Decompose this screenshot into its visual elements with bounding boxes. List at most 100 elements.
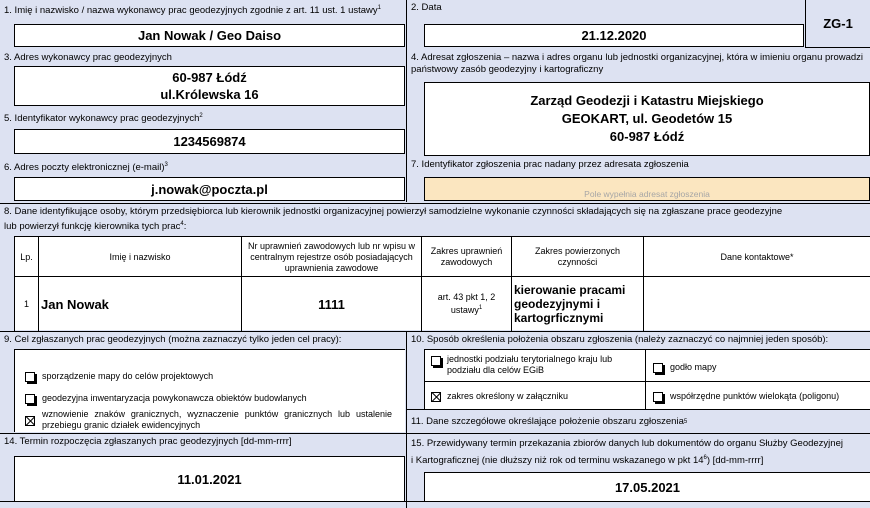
goal-inventory-label: geodezyjna inwentaryzacja powykonawcza o…: [42, 393, 307, 403]
goal-project-map-label: sporządzenie mapy do celów projektowych: [42, 371, 214, 381]
col-contact: Dane kontaktowe*: [643, 237, 870, 277]
field-7-label: 7. Identyfikator zgłoszenia prac nadany …: [407, 157, 870, 176]
field-6-label-text: 6. Adres poczty elektronicznej (e-mail): [4, 162, 165, 174]
area-units-checkbox[interactable]: [431, 356, 441, 366]
goal-project-map-checkbox[interactable]: [25, 372, 35, 382]
row-scope[interactable]: art. 43 pkt 1, 2 ustawy1: [421, 277, 511, 331]
area-godlo-checkbox[interactable]: [653, 363, 663, 373]
field-3-label: 3. Adres wykonawcy prac geodezyjnych: [0, 50, 406, 66]
field-15-label-line-1: 15. Przewidywany termin przekazania zbio…: [411, 438, 843, 449]
field-10-label-text: 10. Sposób określenia położenia obszaru …: [411, 334, 829, 345]
start-date: 11.01.2021: [177, 471, 242, 487]
row-name[interactable]: Jan Nowak: [38, 277, 241, 331]
field-5-footnote: 2: [199, 113, 203, 119]
field-5-label-text: 5. Identyfikator wykonawcy prac geodezyj…: [4, 113, 200, 125]
row-lp-value: 1: [23, 298, 29, 309]
date-value: 21.12.2020: [581, 28, 647, 43]
form-code-box: ZG-1: [805, 0, 870, 48]
field-4-label: 4. Adresat zgłoszenia – nazwa i adres or…: [407, 50, 870, 80]
row-lp: 1: [14, 277, 38, 331]
field-10-label: 10. Sposób określenia położenia obszaru …: [407, 331, 870, 349]
area-attachment-checkbox[interactable]: [431, 392, 441, 402]
field-2-label-text: 2. Data: [411, 2, 442, 13]
col-scope: Zakres uprawnień zawodowych: [421, 237, 511, 277]
address-line-1: 60-987 Łódź: [172, 70, 247, 85]
field-8-label-line-1: 8. Dane identyfikujące osoby, którym prz…: [4, 206, 783, 217]
field-4-value[interactable]: Zarząd Geodezji i Katastru Miejskiego GE…: [424, 82, 870, 156]
col-duties: Zakres powierzonych czynności: [511, 237, 643, 277]
col-lp-label: Lp.: [20, 251, 33, 262]
field-1-label: 1. Imię i nazwisko / nazwa wykonawcy pra…: [0, 0, 407, 24]
goal-inventory-checkbox[interactable]: [25, 394, 35, 404]
bottom-border: [0, 501, 870, 502]
field-14-value[interactable]: 11.01.2021: [14, 456, 405, 501]
table-row: 1 Jan Nowak 1111 art. 43 pkt 1, 2 ustawy…: [14, 277, 870, 331]
field-14-label: 14. Termin rozpoczęcia zgłaszanych prac …: [0, 433, 406, 455]
field-1-value[interactable]: Jan Nowak / Geo Daiso: [14, 24, 405, 47]
field-6-label: 6. Adres poczty elektronicznej (e-mail)3: [0, 157, 406, 176]
col-scope-label: Zakres uprawnień zawodowych: [430, 246, 503, 267]
field-4-label-text: 4. Adresat zgłoszenia – nazwa i adres or…: [411, 52, 864, 75]
field-10-grid-v: [645, 350, 646, 410]
field-1-footnote: 1: [377, 5, 382, 11]
row-contact[interactable]: [643, 277, 870, 331]
field-10-options: jednostki podziału terytorialnego kraju …: [424, 349, 870, 410]
field-6-footnote: 3: [164, 162, 168, 168]
recipient-line-1: Zarząd Geodezji i Katastru Miejskiego: [530, 93, 764, 108]
address-line-2: ul.Królewska 16: [160, 87, 259, 102]
field-10-grid-h: [425, 381, 870, 382]
field-11-label: 11. Dane szczegółowe określające położen…: [407, 409, 870, 433]
form-code: ZG-1: [823, 16, 853, 31]
goal-boundary-label: wznowienie znaków granicznych, wyznaczen…: [42, 409, 392, 430]
field-5-label: 5. Identyfikator wykonawcy prac geodezyj…: [0, 108, 406, 129]
field-14-label-text: 14. Termin rozpoczęcia zgłaszanych prac …: [4, 436, 292, 447]
col-duties-label: Zakres powierzonych czynności: [534, 246, 621, 267]
field-8-label: 8. Dane identyfikujące osoby, którym prz…: [0, 203, 870, 235]
area-polygon-label: współrzędne punktów wielokąta (poligonu): [670, 391, 840, 401]
col-license-label: Nr uprawnień zawodowych lub nr wpisu w c…: [247, 240, 416, 273]
recipient-line-2: GEOKART, ul. Geodetów 15: [561, 111, 733, 126]
row-duties[interactable]: kierowanie pracami geodezyjnymi i kartog…: [511, 277, 643, 331]
contractor-id: 1234569874: [173, 134, 246, 149]
row-scope-value: art. 43 pkt 1, 2 ustawy: [437, 292, 496, 315]
field-15-label-line-2a: i Kartograficznej (nie dłuższy niż rok o…: [411, 455, 704, 467]
field-8-label-line-2: lub powierzył funkcję kierownika tych pr…: [4, 221, 181, 233]
handover-date: 17.05.2021: [614, 479, 681, 495]
col-license: Nr uprawnień zawodowych lub nr wpisu w c…: [241, 237, 421, 277]
field-9-label: 9. Cel zgłaszanych prac geodezyjnych (mo…: [0, 331, 407, 349]
field-7-placeholder: Pole wypełnia adresat zgłoszenia: [584, 189, 710, 199]
field-11-label-text: 11. Dane szczegółowe określające położen…: [411, 415, 684, 427]
area-attachment-label: zakres określony w załączniku: [447, 391, 569, 401]
area-godlo-label: godło mapy: [670, 362, 717, 372]
email-value: j.nowak@poczta.pl: [151, 181, 268, 197]
persons-table: Lp. Imię i nazwisko Nr uprawnień zawodow…: [14, 236, 870, 331]
field-15-value[interactable]: 17.05.2021: [424, 472, 870, 501]
goal-boundary-checkbox[interactable]: [25, 416, 35, 426]
field-2-value[interactable]: 21.12.2020: [424, 24, 804, 47]
row-name-value: Jan Nowak: [41, 296, 109, 312]
field-15-label-line-2b: ) [dd-mm-rrrr]: [706, 455, 764, 467]
col-lp: Lp.: [14, 237, 38, 277]
field-9-label-text: 9. Cel zgłaszanych prac geodezyjnych (mo…: [4, 334, 342, 345]
field-5-value[interactable]: 1234569874: [14, 129, 405, 154]
col-name-label: Imię i nazwisko: [109, 251, 171, 262]
field-1-label-text: 1. Imię i nazwisko / nazwa wykonawcy pra…: [4, 5, 378, 17]
field-9-options: sporządzenie mapy do celów projektowych …: [14, 349, 405, 432]
contractor-name: Jan Nowak / Geo Daiso: [137, 28, 282, 43]
table-header-row: Lp. Imię i nazwisko Nr uprawnień zawodow…: [14, 237, 870, 277]
col-name: Imię i nazwisko: [38, 237, 241, 277]
field-2-label: 2. Data: [407, 0, 805, 24]
row-duties-value: kierowanie pracami geodezyjnymi i kartog…: [514, 283, 626, 325]
field-6-value[interactable]: j.nowak@poczta.pl: [14, 177, 405, 201]
field-3-value[interactable]: 60-987 Łódź ul.Królewska 16: [14, 66, 405, 106]
row-license[interactable]: 1111: [241, 277, 421, 331]
recipient-line-3: 60-987 Łódź: [609, 129, 685, 144]
row-license-value: 1111: [318, 296, 345, 312]
field-11-footnote: 5: [683, 418, 688, 425]
field-7-value[interactable]: Pole wypełnia adresat zgłoszenia: [424, 177, 870, 201]
area-polygon-checkbox[interactable]: [653, 392, 663, 402]
field-7-label-text: 7. Identyfikator zgłoszenia prac nadany …: [411, 159, 689, 170]
row-scope-footnote: 1: [478, 305, 483, 311]
col-contact-label: Dane kontaktowe*: [720, 251, 794, 262]
field-15-label: 15. Przewidywany termin przekazania zbio…: [407, 433, 870, 471]
